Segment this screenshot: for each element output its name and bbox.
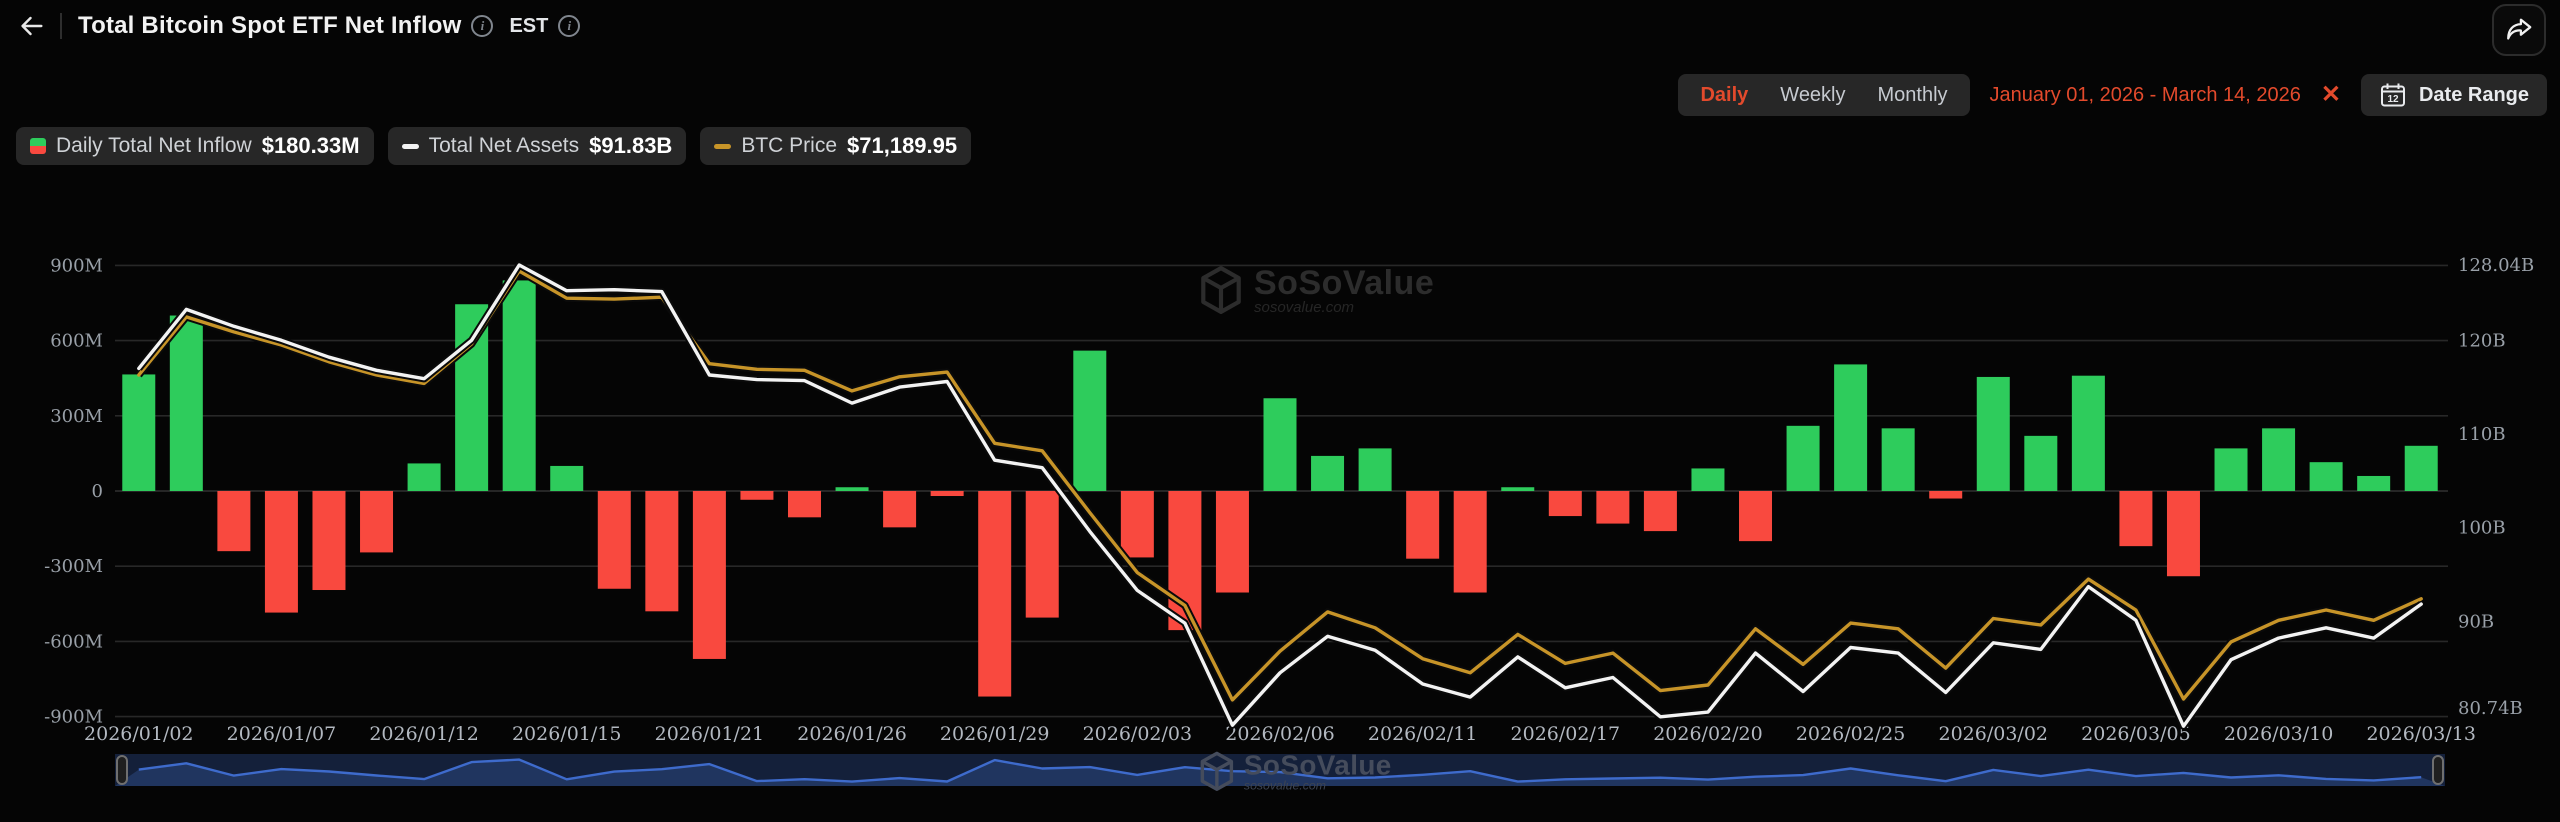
x-axis-label: 2026/01/02 <box>84 723 194 745</box>
y-axis-right-label: 120B <box>2458 330 2506 351</box>
x-axis-label: 2026/02/03 <box>1083 723 1193 745</box>
y-axis-right-label: 100B <box>2458 518 2506 539</box>
inflow-bar[interactable] <box>1073 351 1106 491</box>
inflow-bar[interactable] <box>693 491 726 659</box>
inflow-bar[interactable] <box>2310 462 2343 491</box>
inflow-bar[interactable] <box>788 491 821 517</box>
inflow-bar[interactable] <box>265 491 298 613</box>
inflow-bar[interactable] <box>883 491 916 527</box>
x-axis-label: 2026/02/06 <box>1225 723 1335 745</box>
inflow-bar[interactable] <box>1121 491 1154 557</box>
inflow-bar[interactable] <box>2072 376 2105 491</box>
etf-inflow-dashboard: Total Bitcoin Spot ETF Net Inflow i EST … <box>0 0 2560 822</box>
inflow-bar[interactable] <box>1359 448 1392 491</box>
inflow-bar[interactable] <box>217 491 250 551</box>
inflow-bar[interactable] <box>2262 428 2295 491</box>
inflow-bar[interactable] <box>836 487 869 491</box>
x-axis-label: 2026/02/11 <box>1368 723 1478 745</box>
inflow-bar[interactable] <box>931 491 964 496</box>
y-axis-left-label: -600M <box>44 631 103 652</box>
inflow-bar[interactable] <box>122 374 155 491</box>
inflow-bar[interactable] <box>598 491 631 589</box>
y-axis-left-label: 600M <box>50 331 103 352</box>
inflow-bar[interactable] <box>1596 491 1629 524</box>
x-axis-label: 2026/01/26 <box>797 723 907 745</box>
inflow-bar[interactable] <box>1311 456 1344 491</box>
x-axis-label: 2026/03/05 <box>2081 723 2191 745</box>
inflow-bar[interactable] <box>740 491 773 500</box>
inflow-bar[interactable] <box>1644 491 1677 531</box>
x-axis-label: 2026/01/29 <box>940 723 1050 745</box>
y-axis-left-label: 300M <box>50 406 103 427</box>
navigator-left-handle[interactable] <box>117 756 127 784</box>
inflow-bar[interactable] <box>645 491 678 611</box>
inflow-bar[interactable] <box>312 491 345 590</box>
x-axis-label: 2026/01/07 <box>227 723 337 745</box>
inflow-bar[interactable] <box>1216 491 1249 593</box>
inflow-bar[interactable] <box>1501 487 1534 491</box>
x-axis-label: 2026/02/25 <box>1796 723 1906 745</box>
x-axis-label: 2026/01/15 <box>512 723 622 745</box>
inflow-bar[interactable] <box>2119 491 2152 546</box>
inflow-bar[interactable] <box>978 491 1011 697</box>
x-axis-label: 2026/03/02 <box>1939 723 2049 745</box>
y-axis-right-label: 110B <box>2458 424 2506 445</box>
inflow-bar[interactable] <box>1739 491 1772 541</box>
inflow-bar[interactable] <box>1026 491 1059 618</box>
x-axis-label: 2026/01/12 <box>369 723 479 745</box>
y-axis-left-label: -300M <box>44 556 103 577</box>
inflow-bar[interactable] <box>1787 426 1820 491</box>
inflow-bar[interactable] <box>360 491 393 552</box>
inflow-bar[interactable] <box>1834 364 1867 491</box>
navigator-right-handle[interactable] <box>2433 756 2443 784</box>
inflow-bar[interactable] <box>2215 448 2248 491</box>
inflow-bar[interactable] <box>170 316 203 491</box>
inflow-bar[interactable] <box>2024 436 2057 491</box>
inflow-bar[interactable] <box>2405 446 2438 491</box>
y-axis-right-label: 90B <box>2458 611 2494 632</box>
x-axis-label: 2026/03/10 <box>2224 723 2334 745</box>
inflow-bar[interactable] <box>1882 428 1915 491</box>
y-axis-left-label: 0 <box>92 481 103 502</box>
x-axis-label: 2026/03/13 <box>2366 723 2476 745</box>
inflow-bar[interactable] <box>503 280 536 491</box>
y-axis-right-label: 128.04B <box>2458 255 2534 276</box>
x-axis-label: 2026/02/20 <box>1653 723 1763 745</box>
inflow-bar[interactable] <box>1549 491 1582 516</box>
main-chart[interactable]: 900M600M300M0-300M-600M-900M128.04B120B1… <box>0 0 2560 822</box>
inflow-bar[interactable] <box>1977 377 2010 491</box>
inflow-bar[interactable] <box>1929 491 1962 499</box>
inflow-bar[interactable] <box>408 463 441 491</box>
inflow-bar[interactable] <box>1406 491 1439 559</box>
inflow-bar[interactable] <box>2167 491 2200 576</box>
inflow-bar[interactable] <box>550 466 583 491</box>
x-axis-label: 2026/01/21 <box>655 723 765 745</box>
inflow-bar[interactable] <box>1264 398 1297 491</box>
inflow-bar[interactable] <box>1454 491 1487 593</box>
x-axis-label: 2026/02/17 <box>1511 723 1621 745</box>
y-axis-left-label: 900M <box>50 255 103 276</box>
y-axis-right-label: 80.74B <box>2458 698 2523 719</box>
inflow-bar[interactable] <box>1691 468 1724 491</box>
inflow-bar[interactable] <box>2357 476 2390 491</box>
